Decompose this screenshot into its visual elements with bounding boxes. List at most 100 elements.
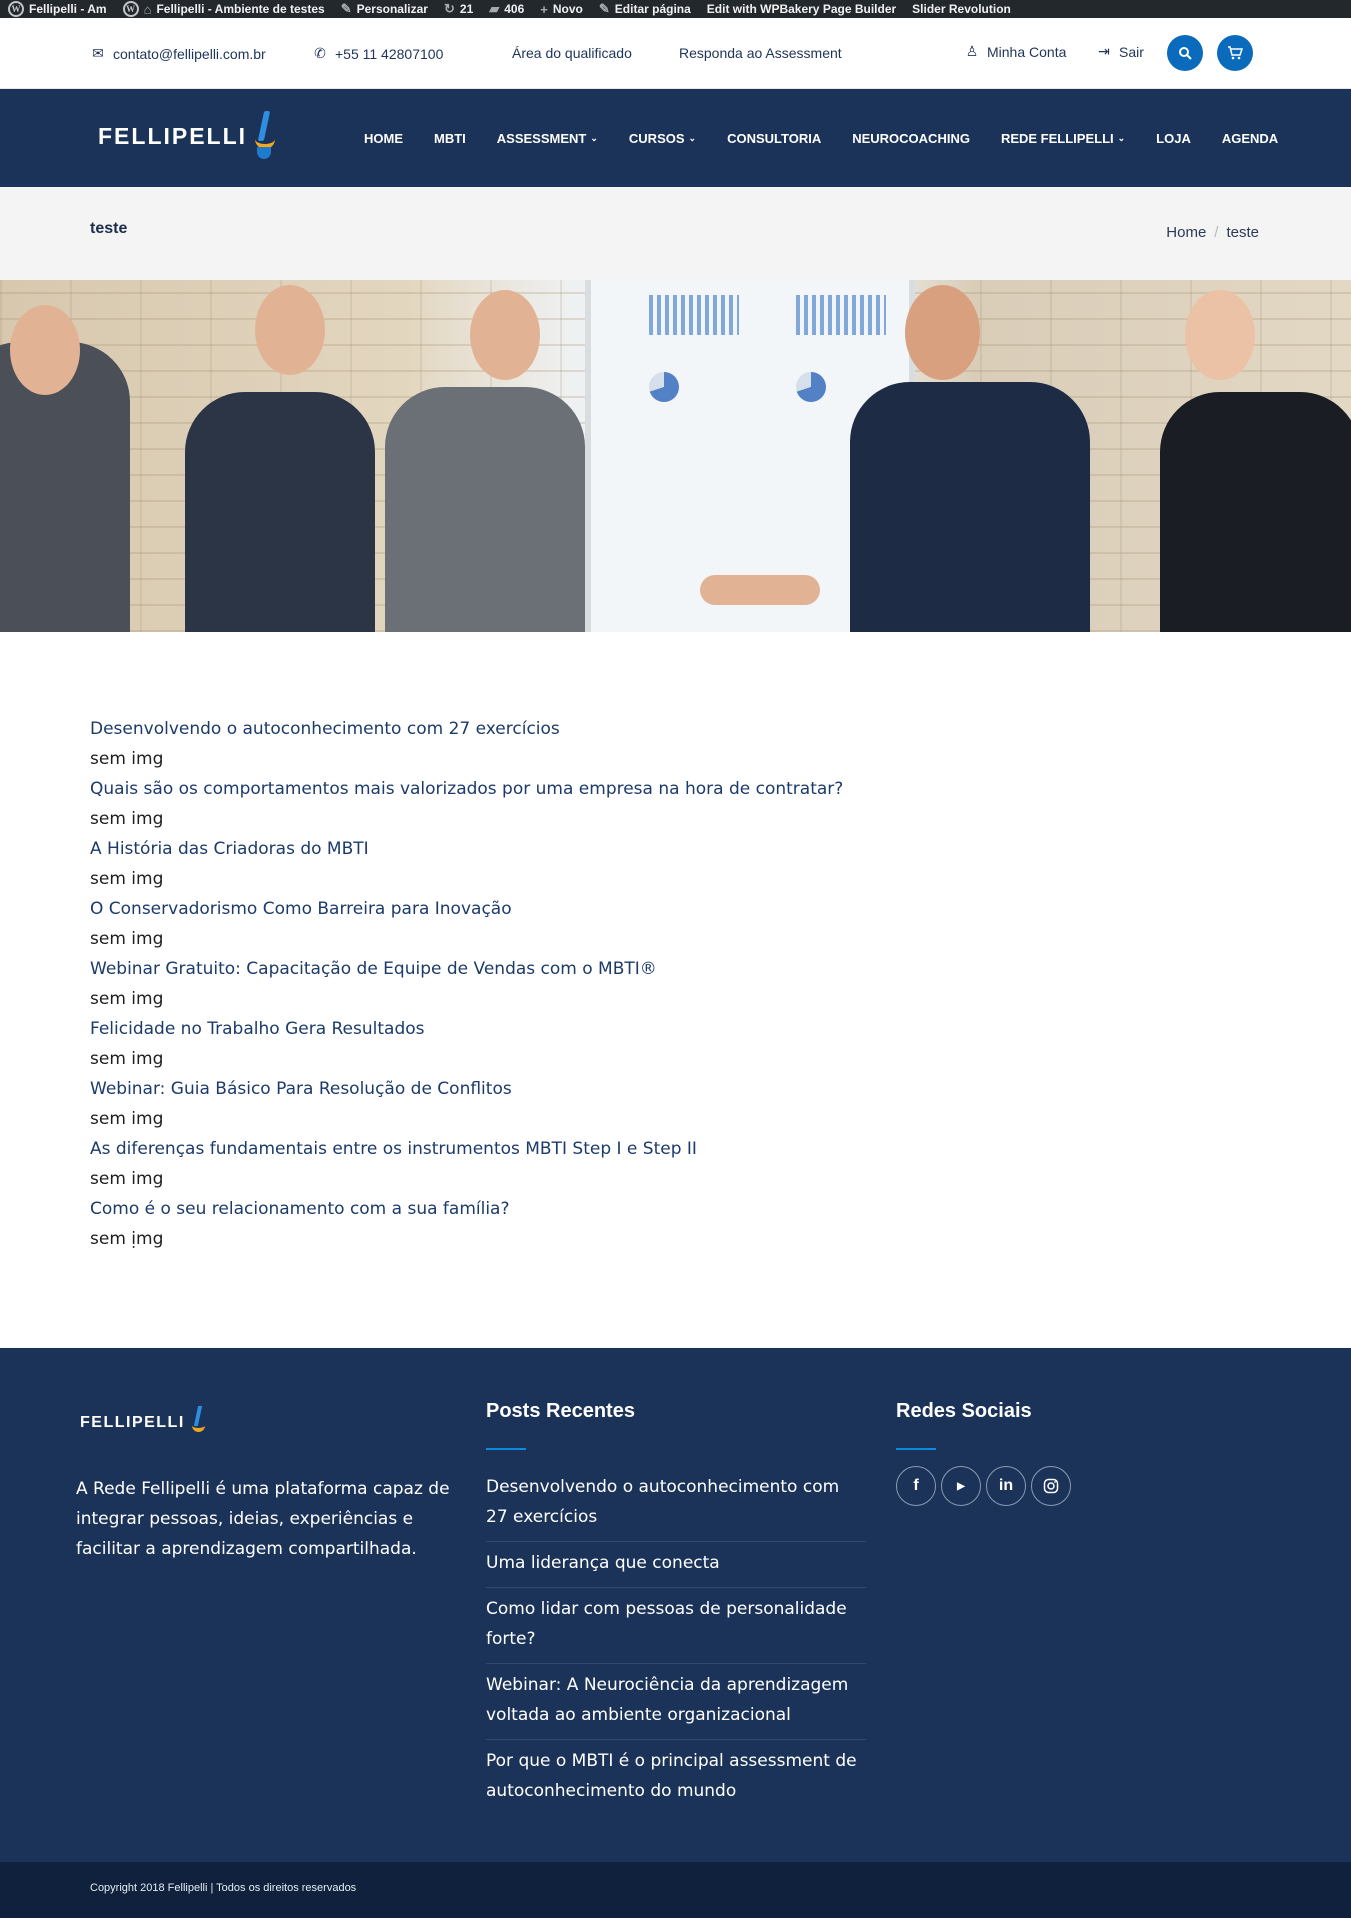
admin-updates[interactable]: ↻ 21 bbox=[444, 1, 473, 17]
post-title-link[interactable]: O Conservadorismo Como Barreira para Ino… bbox=[90, 894, 843, 924]
account-link[interactable]: ♙ Minha Conta bbox=[964, 43, 1067, 60]
nav-item-label: NEUROCOACHING bbox=[852, 130, 970, 146]
recent-post-link[interactable]: Desenvolvendo o autoconhecimento com 27 … bbox=[486, 1466, 866, 1542]
logout-label: Sair bbox=[1119, 43, 1144, 60]
top-contact-bar: ✉ contato@fellipelli.com.br ✆ +55 11 428… bbox=[0, 18, 1351, 89]
recent-posts-list: Desenvolvendo o autoconhecimento com 27 … bbox=[486, 1466, 866, 1815]
youtube-icon[interactable]: ▶ bbox=[941, 1466, 981, 1506]
nav-item-label: AGENDA bbox=[1221, 130, 1279, 146]
dashboard-icon: ⌂ bbox=[143, 1, 152, 17]
email-link[interactable]: ✉ contato@fellipelli.com.br bbox=[90, 45, 266, 62]
post-title-link[interactable]: Quais são os comportamentos mais valoriz… bbox=[90, 774, 843, 804]
admin-slider-label: Slider Revolution bbox=[912, 2, 1011, 16]
post-list: Desenvolvendo o autoconhecimento com 27 … bbox=[90, 714, 843, 1254]
wordpress-icon: W bbox=[122, 1, 139, 17]
nav-item-agenda[interactable]: AGENDA bbox=[1222, 131, 1278, 146]
comment-icon: ▰ bbox=[489, 1, 500, 16]
post-image-placeholder: sem img bbox=[90, 749, 164, 769]
nav-item-label: CURSOS bbox=[628, 130, 685, 146]
instagram-icon[interactable] bbox=[1031, 1466, 1071, 1506]
site-logo[interactable]: FELLIPELLI bbox=[98, 111, 277, 161]
copyright-text: Copyright 2018 Fellipelli | Todos os dir… bbox=[90, 1882, 357, 1894]
breadcrumb-home[interactable]: Home bbox=[1166, 224, 1206, 241]
post-image-placeholder: sem img bbox=[90, 929, 164, 949]
wp-admin-bar: W Fellipelli - Am W ⌂ Fellipelli - Ambie… bbox=[0, 0, 1351, 18]
facebook-icon[interactable]: f bbox=[896, 1466, 936, 1506]
admin-new[interactable]: + Novo bbox=[540, 2, 583, 17]
admin-wpbakery[interactable]: Edit with WPBakery Page Builder bbox=[707, 2, 896, 16]
social-links: f ▶ in bbox=[896, 1466, 1071, 1506]
nav-item-label: CONSULTORIA bbox=[727, 130, 822, 146]
chevron-down-icon: ⌄ bbox=[1117, 132, 1126, 143]
post-image-placeholder: sem img bbox=[90, 1169, 164, 1189]
recent-post-link[interactable]: Como lidar com pessoas de personalidade … bbox=[486, 1588, 866, 1664]
post-image-placeholder: sem img bbox=[90, 809, 164, 829]
wp-menu[interactable]: W Fellipelli - Am bbox=[8, 1, 107, 17]
admin-new-label: Novo bbox=[552, 2, 583, 16]
page-title: teste bbox=[90, 220, 128, 237]
post-title-link[interactable]: Desenvolvendo o autoconhecimento com 27 … bbox=[90, 714, 843, 744]
comments-count: 406 bbox=[504, 2, 525, 16]
plus-icon: + bbox=[540, 1, 548, 17]
main-navigation: FELLIPELLI HOME MBTI ASSESSMENT ⌄ CURSOS ⌄… bbox=[0, 89, 1351, 187]
nav-item-home[interactable]: HOME bbox=[364, 131, 403, 146]
nav-item-cursos[interactable]: CURSOS ⌄ bbox=[629, 131, 696, 146]
post-title-link[interactable]: A História das Criadoras do MBTI bbox=[90, 834, 843, 864]
nav-item-consultoria[interactable]: CONSULTORIA bbox=[727, 131, 821, 146]
social-heading: Redes Sociais bbox=[896, 1400, 1032, 1422]
recent-post-link[interactable]: Uma liderança que conecta bbox=[486, 1542, 866, 1588]
nav-item-assessment[interactable]: ASSESSMENT ⌄ bbox=[497, 131, 598, 146]
post-title-link[interactable]: Webinar: Guia Básico Para Resolução de C… bbox=[90, 1074, 843, 1104]
breadcrumb-current: teste bbox=[1226, 224, 1259, 241]
assessment-link[interactable]: Responda ao Assessment bbox=[679, 45, 842, 61]
post-image-placeholder: sem img bbox=[90, 1229, 164, 1249]
admin-edit-page[interactable]: ✎ Editar página bbox=[599, 1, 691, 17]
recent-post-link[interactable]: Por que o MBTI é o principal assessment … bbox=[486, 1740, 866, 1815]
search-icon bbox=[1179, 47, 1192, 60]
nav-item-neurocoaching[interactable]: NEUROCOACHING bbox=[852, 131, 970, 146]
post-title-link[interactable]: Felicidade no Trabalho Gera Resultados bbox=[90, 1014, 843, 1044]
admin-site-short: Fellipelli - Am bbox=[29, 2, 107, 16]
admin-site-name: Fellipelli - Ambiente de testes bbox=[156, 2, 325, 16]
nav-item-label: MBTI bbox=[434, 130, 466, 146]
qualified-area-link[interactable]: Área do qualificado bbox=[512, 45, 632, 61]
footer-logo[interactable]: FELLIPELLI bbox=[80, 1406, 207, 1440]
envelope-icon: ✉ bbox=[92, 45, 104, 61]
assessment-link-label: Responda ao Assessment bbox=[679, 45, 842, 61]
admin-site-menu[interactable]: W ⌂ Fellipelli - Ambiente de testes bbox=[122, 1, 325, 17]
post-image-placeholder: sem img bbox=[90, 989, 164, 1009]
breadcrumb: Home / teste bbox=[1166, 224, 1259, 241]
nav-item-label: ASSESSMENT bbox=[496, 130, 587, 146]
nav-item-mbti[interactable]: MBTI bbox=[434, 131, 466, 146]
updates-count: 21 bbox=[459, 2, 474, 16]
post-image-placeholder: sem img bbox=[90, 1049, 164, 1069]
post-title-link[interactable]: Como é o seu relacionamento com a sua fa… bbox=[90, 1194, 843, 1224]
sign-out-icon: ⇥ bbox=[1098, 43, 1110, 59]
brush-icon: ✎ bbox=[340, 1, 352, 16]
qualified-area-label: Área do qualificado bbox=[512, 45, 632, 61]
email-text: contato@fellipelli.com.br bbox=[113, 45, 266, 62]
search-button[interactable] bbox=[1167, 35, 1203, 71]
nav-item-loja[interactable]: LOJA bbox=[1156, 131, 1191, 146]
copyright-bar: Copyright 2018 Fellipelli | Todos os dir… bbox=[0, 1862, 1351, 1918]
phone-link[interactable]: ✆ +55 11 42807100 bbox=[312, 45, 443, 62]
nav-item-label: HOME bbox=[364, 130, 403, 146]
admin-comments[interactable]: ▰ 406 bbox=[489, 1, 524, 17]
site-footer: FELLIPELLI A Rede Fellipelli é uma plata… bbox=[0, 1348, 1351, 1862]
nav-item-rede-fellipelli[interactable]: REDE FELLIPELLI ⌄ bbox=[1001, 131, 1125, 146]
recent-post-link[interactable]: Webinar: A Neurociência da aprendizagem … bbox=[486, 1664, 866, 1740]
footer-logo-wordmark: FELLIPELLI bbox=[80, 1414, 185, 1431]
logout-link[interactable]: ⇥ Sair bbox=[1096, 43, 1144, 60]
linkedin-icon[interactable]: in bbox=[986, 1466, 1026, 1506]
admin-customize[interactable]: ✎ Personalizar bbox=[341, 1, 428, 17]
cart-button[interactable] bbox=[1217, 35, 1253, 71]
chevron-down-icon: ⌄ bbox=[688, 132, 697, 143]
wordpress-icon: W bbox=[8, 1, 24, 17]
admin-slider[interactable]: Slider Revolution bbox=[912, 2, 1011, 16]
heading-underline bbox=[896, 1448, 936, 1450]
post-title-link[interactable]: Webinar Gratuito: Capacitação de Equipe … bbox=[90, 954, 843, 984]
post-image-placeholder: sem img bbox=[90, 869, 164, 889]
logo-mark-icon bbox=[251, 111, 277, 161]
post-title-link[interactable]: As diferenças fundamentais entre os inst… bbox=[90, 1134, 843, 1164]
phone-text: +55 11 42807100 bbox=[335, 45, 444, 62]
